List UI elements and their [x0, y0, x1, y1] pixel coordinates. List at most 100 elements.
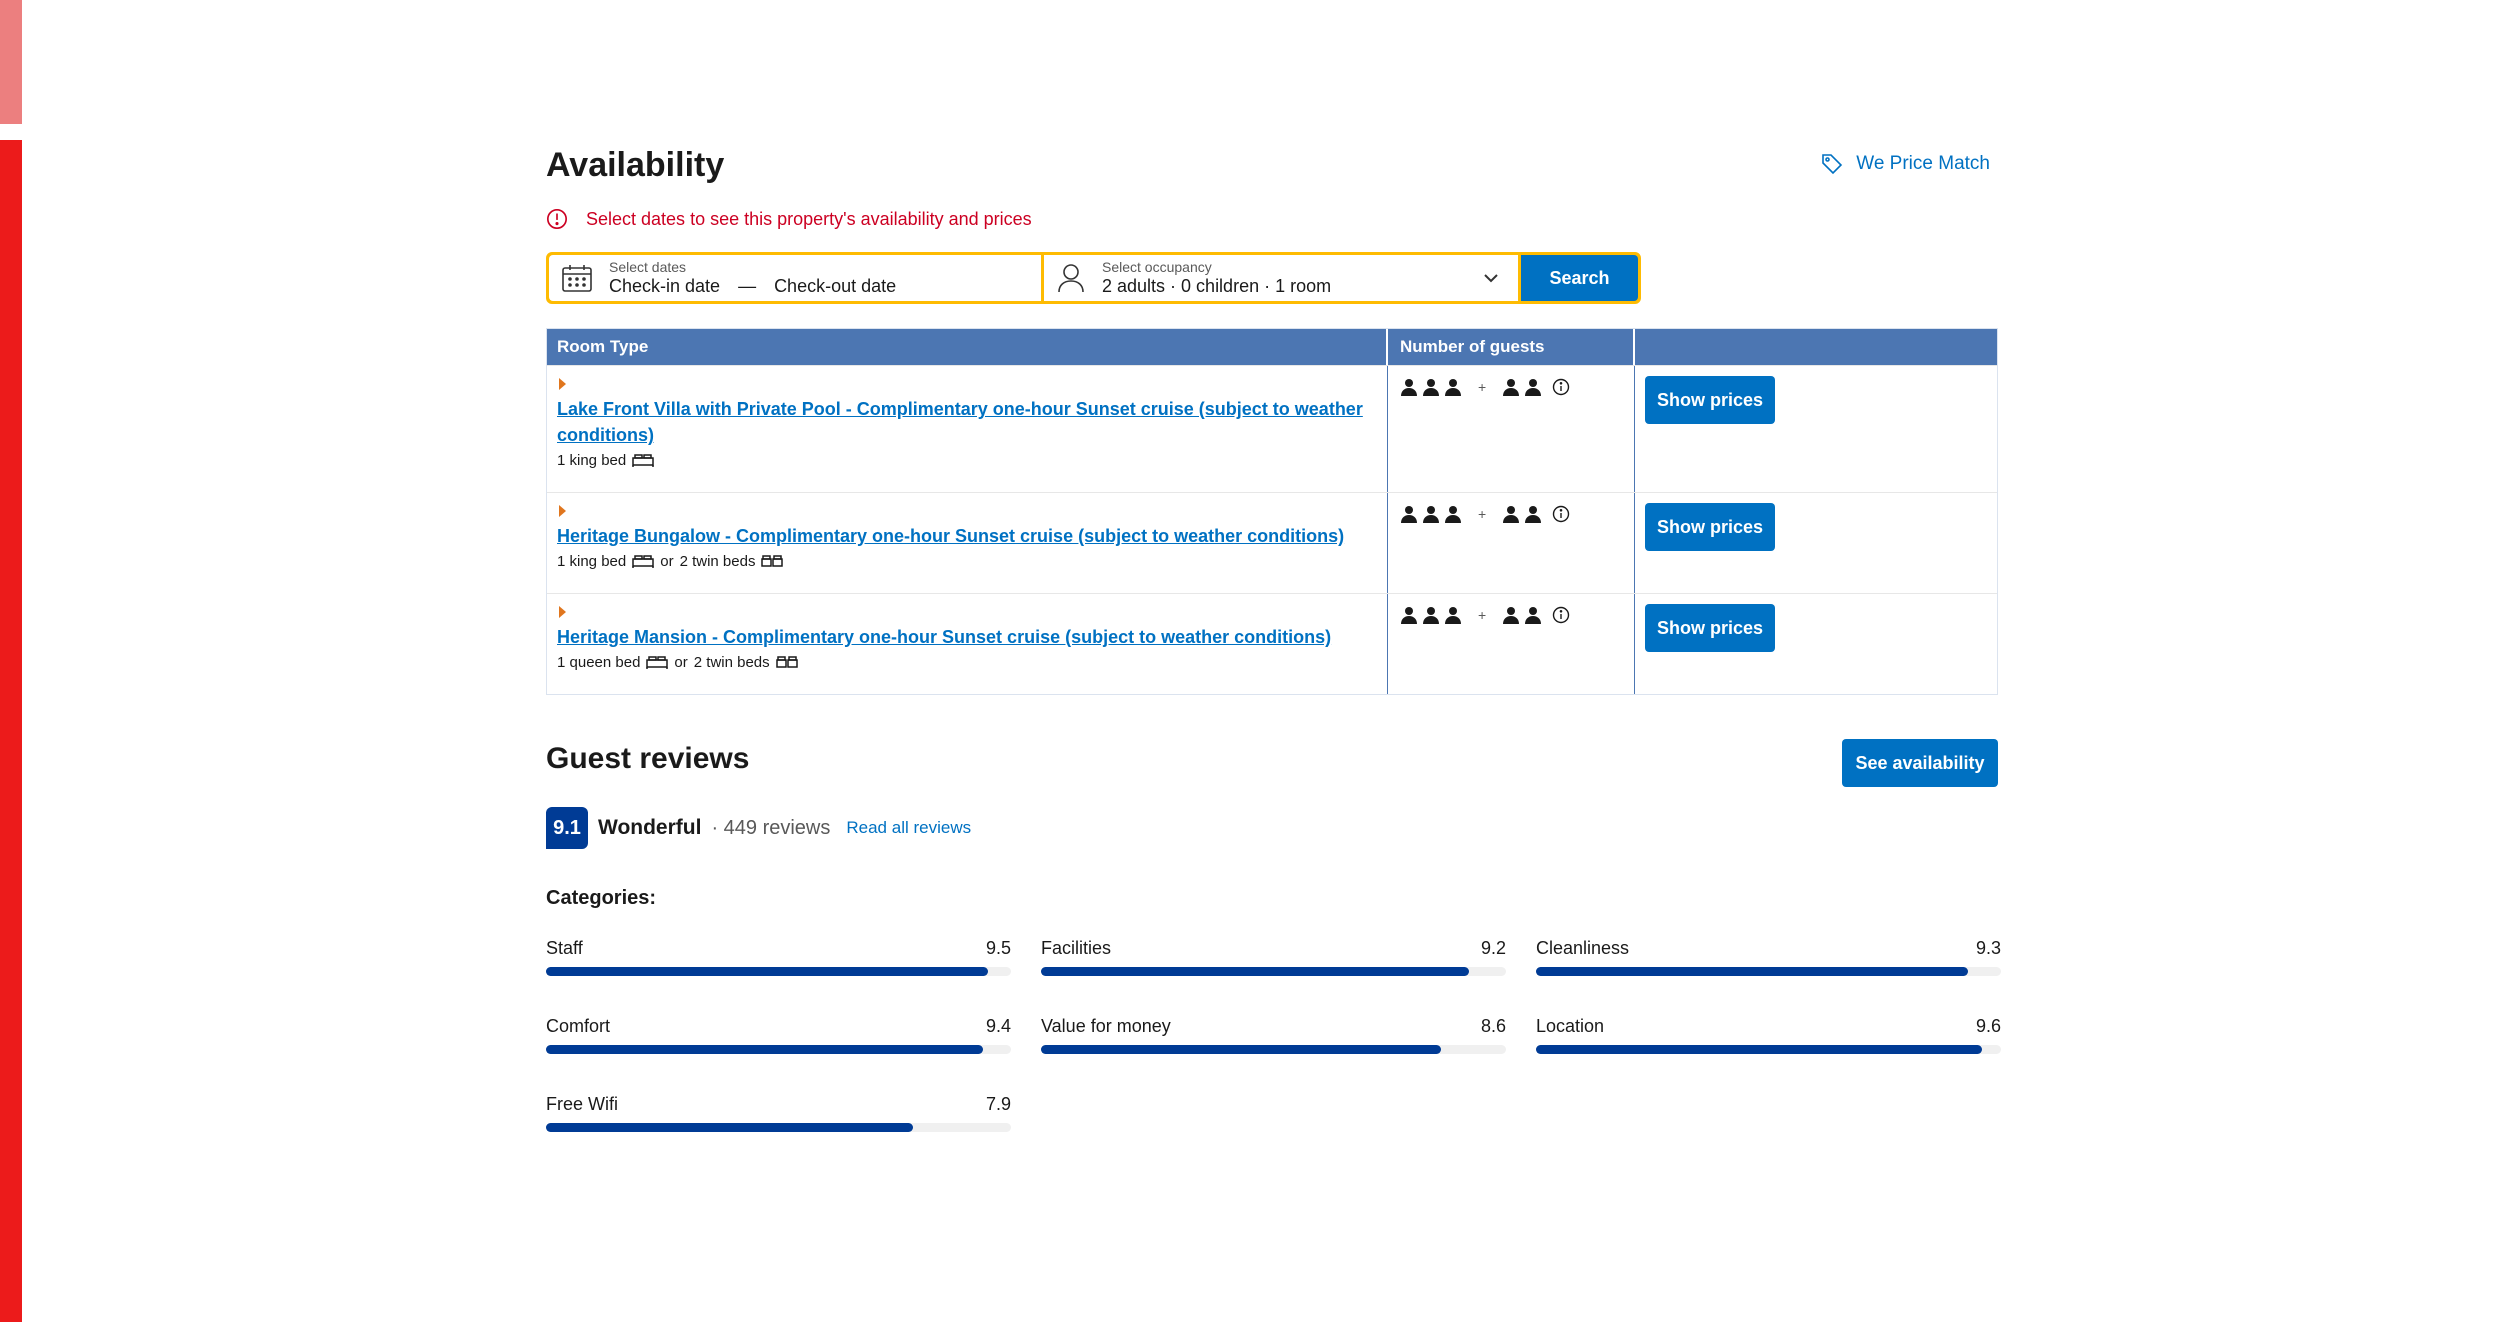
category-score: 8.6 [1480, 1016, 1506, 1036]
action-cell: Show prices [1635, 594, 1997, 694]
category-name: Cleanliness [1536, 938, 1630, 958]
show-prices-button[interactable]: Show prices [1645, 376, 1775, 424]
category-item: Free Wifi 7.9 [546, 1094, 1011, 1132]
header-actions [1635, 329, 1997, 365]
date-picker[interactable]: Select dates Check-in date — Check-out dat… [549, 255, 1041, 301]
category-bar-fill [1041, 967, 1469, 976]
availability-title: Availability [546, 146, 725, 184]
checkin-field[interactable]: Check-in date [609, 276, 720, 296]
price-tag-icon [1822, 154, 1843, 175]
child-icon [1525, 607, 1542, 624]
dates-value: Check-in date — Check-out date [609, 275, 896, 297]
person-icon [1058, 264, 1084, 293]
category-header: Free Wifi 7.9 [546, 1094, 1011, 1115]
guests-cell: + [1388, 594, 1635, 694]
category-item: Value for money 8.6 [1041, 1016, 1506, 1054]
room-type-cell: Heritage Mansion - Complimentary one-hou… [547, 594, 1388, 694]
category-score: 9.6 [1975, 1016, 2001, 1036]
category-header: Staff 9.5 [546, 938, 1011, 959]
reviews-header: Guest reviews See availability [546, 739, 1998, 789]
rooms-table: Room Type Number of guests Lake Front Vi… [546, 328, 1998, 695]
side-bar-top [0, 0, 22, 124]
expand-triangle-icon[interactable] [559, 505, 566, 517]
category-bar-fill [546, 1123, 914, 1132]
room-type-cell: Lake Front Villa with Private Pool - Com… [547, 366, 1388, 492]
bed-icon [632, 554, 654, 568]
adult-icon [1423, 379, 1439, 396]
bed-or: or [660, 553, 674, 570]
category-score: 9.4 [985, 1016, 1011, 1036]
guests-cell: + [1388, 493, 1635, 593]
category-name: Comfort [546, 1016, 611, 1036]
adult-icon [1445, 506, 1461, 523]
category-bar-fill [546, 1045, 984, 1054]
category-bar [546, 967, 1011, 976]
category-name: Staff [546, 938, 583, 958]
see-availability-button[interactable]: See availability [1842, 739, 1998, 787]
alert-icon [547, 209, 567, 229]
child-icon [1503, 506, 1520, 523]
category-bar [1536, 1045, 2001, 1054]
action-cell: Show prices [1635, 366, 1997, 492]
twin-bed-icon [775, 655, 798, 668]
show-prices-button[interactable]: Show prices [1645, 503, 1775, 551]
read-all-reviews-link[interactable]: Read all reviews [846, 818, 971, 838]
adult-icon [1445, 379, 1461, 396]
occupancy-label: Select occupancy [1102, 259, 1212, 275]
category-bar [546, 1123, 1011, 1132]
search-button[interactable]: Search [1521, 255, 1638, 301]
bed-or: or [674, 654, 688, 671]
alert-text: Select dates to see this property's avai… [586, 208, 1032, 229]
adult-icon [1401, 506, 1417, 523]
category-item: Comfort 9.4 [546, 1016, 1011, 1054]
category-name: Location [1536, 1016, 1605, 1036]
adult-icon [1423, 607, 1439, 624]
bed-icon [646, 655, 669, 669]
category-name: Value for money [1041, 1016, 1171, 1036]
room-name-link[interactable]: Heritage Mansion - Complimentary one-hou… [557, 624, 1377, 650]
bed-icon [632, 453, 654, 467]
room-name-link[interactable]: Lake Front Villa with Private Pool - Com… [557, 396, 1377, 448]
info-icon[interactable] [1552, 378, 1570, 396]
category-header: Location 9.6 [1536, 1016, 2001, 1037]
plus-sign: + [1478, 379, 1487, 395]
show-prices-button[interactable]: Show prices [1645, 604, 1775, 652]
plus-sign: + [1478, 607, 1487, 623]
review-score-summary: 9.1 Wonderful · 449 reviews Read all rev… [546, 807, 1998, 849]
date-fields: Select dates Check-in date — Check-out dat… [609, 259, 896, 297]
guests-cell: + [1388, 366, 1635, 492]
score-word: Wonderful [598, 816, 702, 839]
dates-alert: Select dates to see this property's avai… [546, 208, 1998, 230]
adult-icon [1401, 607, 1417, 624]
occupancy-value: 2 adults · 0 children · 1 room [1102, 276, 1332, 296]
review-count: · 449 reviews [711, 816, 831, 839]
search-bar: Select dates Check-in date — Check-out dat… [546, 252, 1641, 304]
calendar-icon [562, 265, 592, 292]
price-match-link[interactable]: We Price Match [1820, 152, 1990, 176]
category-score: 7.9 [985, 1094, 1011, 1114]
expand-triangle-icon[interactable] [559, 378, 566, 390]
expand-triangle-icon[interactable] [559, 606, 566, 618]
category-bar [1536, 967, 2001, 976]
category-item: Location 9.6 [1536, 1016, 2001, 1054]
child-icon [1503, 607, 1520, 624]
category-header: Cleanliness 9.3 [1536, 938, 2001, 959]
checkout-field[interactable]: Check-out date [774, 276, 896, 296]
occupancy-fields: Select occupancy 2 adults · 0 children ·… [1102, 259, 1331, 297]
info-icon[interactable] [1552, 505, 1570, 523]
action-cell: Show prices [1635, 493, 1997, 593]
room-name-link[interactable]: Heritage Bungalow - Complimentary one-ho… [557, 523, 1377, 549]
category-name: Facilities [1041, 938, 1112, 958]
category-bar [1041, 1045, 1506, 1054]
info-icon[interactable] [1552, 606, 1570, 624]
bed-info: 1 king bed [557, 452, 1377, 469]
table-row: Heritage Mansion - Complimentary one-hou… [547, 593, 1997, 694]
availability-header: Availability We Price Match [546, 140, 1998, 190]
bed-option-1: 1 queen bed [557, 654, 641, 671]
occupancy-selector[interactable]: Select occupancy 2 adults · 0 children ·… [1044, 255, 1518, 301]
bed-info: 1 queen bed or 2 twin beds [557, 654, 1377, 671]
header-guests: Number of guests [1388, 329, 1635, 365]
child-icon [1503, 379, 1520, 396]
table-row: Lake Front Villa with Private Pool - Com… [547, 365, 1997, 492]
category-score: 9.3 [1975, 938, 2001, 958]
